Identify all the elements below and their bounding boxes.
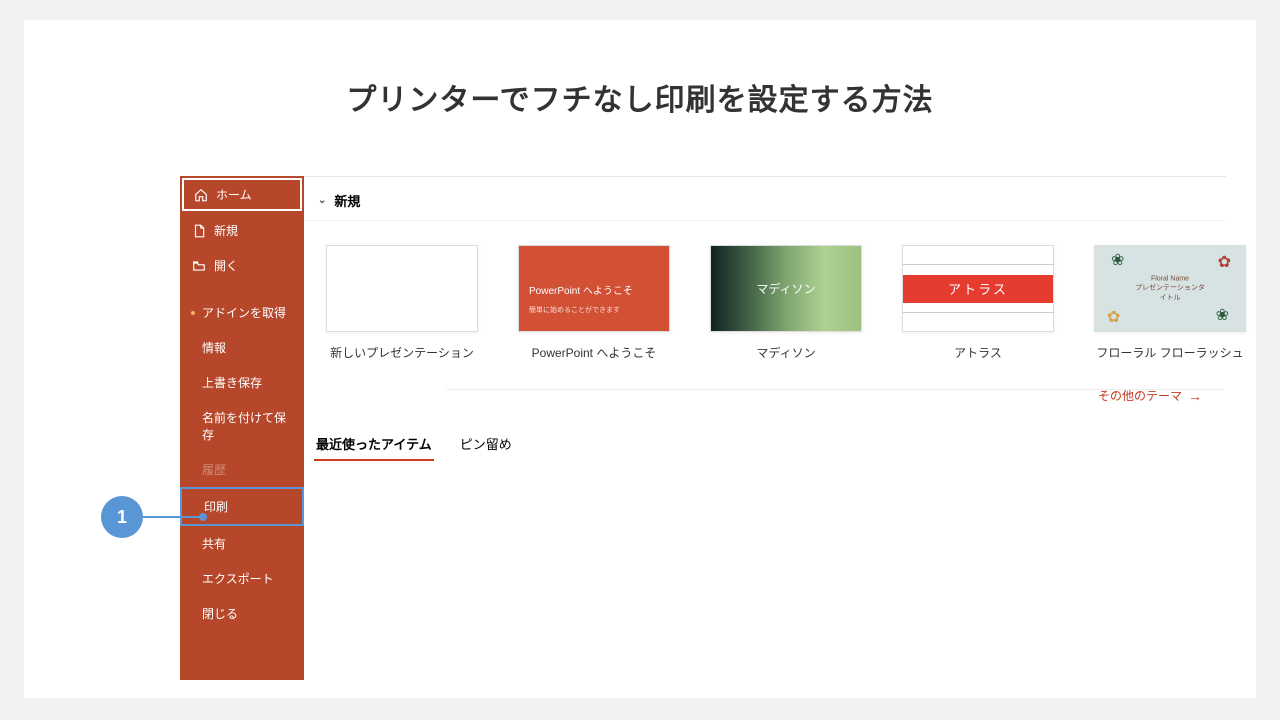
template-label: マディソン bbox=[710, 344, 862, 361]
sidebar-item-info[interactable]: 情報 bbox=[180, 330, 304, 365]
thumb-text: Floral Name プレゼンテーションタイトル bbox=[1133, 274, 1208, 303]
leaf-icon: ✿ bbox=[1107, 307, 1120, 327]
template-floral-thumb: ❀ ✿ ✿ ❀ Floral Name プレゼンテーションタイトル bbox=[1094, 245, 1246, 332]
recent-tabs: 最近使ったアイテム ピン留め bbox=[304, 404, 1226, 461]
template-label: PowerPoint へようこそ bbox=[518, 344, 670, 361]
thumb-text: PowerPoint へようこそ bbox=[529, 282, 633, 297]
sidebar-item-label: アドインを取得 bbox=[202, 304, 286, 321]
template-label: アトラス bbox=[902, 344, 1054, 361]
template-welcome-thumb: PowerPoint へようこそ 簡単に始めることができます bbox=[518, 245, 670, 332]
chevron-down-icon: ⌄ bbox=[318, 195, 326, 206]
home-icon bbox=[194, 188, 208, 202]
sidebar-item-label: 名前を付けて保存 bbox=[202, 409, 292, 443]
thumb-text: アトラス bbox=[903, 275, 1053, 303]
section-new-label: 新規 bbox=[334, 191, 360, 210]
template-blank-thumb bbox=[326, 245, 478, 332]
template-floral[interactable]: ❀ ✿ ✿ ❀ Floral Name プレゼンテーションタイトル フローラル … bbox=[1094, 245, 1246, 361]
section-new-header[interactable]: ⌄ 新規 bbox=[304, 177, 1226, 221]
sidebar-item-save-as[interactable]: 名前を付けて保存 bbox=[180, 400, 304, 452]
sidebar-item-close[interactable]: 閉じる bbox=[180, 596, 304, 631]
thumb-text: 簡単に始めることができます bbox=[529, 305, 620, 315]
sidebar-item-label: ホーム bbox=[216, 186, 252, 203]
sidebar-item-label: エクスポート bbox=[202, 570, 274, 587]
backstage-sidebar: ホーム 新規 開く アドインを取得 bbox=[180, 176, 304, 680]
decorative-line bbox=[903, 264, 1053, 265]
sidebar-item-label: 印刷 bbox=[204, 498, 228, 515]
sidebar-item-label: 閉じる bbox=[202, 605, 238, 622]
page-title: プリンターでフチなし印刷を設定する方法 bbox=[24, 75, 1256, 119]
sidebar-item-label: 情報 bbox=[202, 339, 226, 356]
thumb-text: マディソン bbox=[756, 280, 815, 297]
sidebar-item-label: 共有 bbox=[202, 535, 226, 552]
templates-row: 新しいプレゼンテーション PowerPoint へようこそ 簡単に始めることがで… bbox=[304, 221, 1226, 369]
sidebar-item-get-addins[interactable]: アドインを取得 bbox=[180, 295, 304, 330]
sidebar-item-export[interactable]: エクスポート bbox=[180, 561, 304, 596]
template-welcome[interactable]: PowerPoint へようこそ 簡単に始めることができます PowerPoin… bbox=[518, 245, 670, 361]
sidebar-item-label: 新規 bbox=[214, 222, 238, 239]
callout-badge: 1 bbox=[101, 496, 143, 538]
tab-pinned[interactable]: ピン留め bbox=[458, 434, 514, 461]
leaf-icon: ❀ bbox=[1111, 250, 1124, 270]
template-madison[interactable]: マディソン マディソン bbox=[710, 245, 862, 361]
sidebar-item-label: 履歴 bbox=[202, 461, 226, 478]
callout-connector bbox=[143, 516, 203, 518]
sidebar-item-label: 上書き保存 bbox=[202, 374, 262, 391]
template-label: 新しいプレゼンテーション bbox=[326, 344, 478, 361]
leaf-icon: ❀ bbox=[1216, 305, 1229, 325]
sidebar-item-label: 開く bbox=[214, 257, 238, 274]
folder-open-icon bbox=[192, 259, 206, 273]
backstage-main: ⌄ 新規 新しいプレゼンテーション PowerPoint へようこそ 簡単に始め… bbox=[304, 176, 1226, 680]
decorative-line bbox=[903, 312, 1053, 313]
app-shell: ホーム 新規 開く アドインを取得 bbox=[180, 176, 1226, 680]
sidebar-item-history: 履歴 bbox=[180, 452, 304, 487]
sidebar-item-new[interactable]: 新規 bbox=[180, 213, 304, 248]
file-icon bbox=[192, 224, 206, 238]
leaf-icon: ✿ bbox=[1218, 252, 1231, 272]
template-blank[interactable]: 新しいプレゼンテーション bbox=[326, 245, 478, 361]
tab-recent[interactable]: 最近使ったアイテム bbox=[314, 434, 434, 461]
template-atlas[interactable]: アトラス アトラス bbox=[902, 245, 1054, 361]
template-atlas-thumb: アトラス bbox=[902, 245, 1054, 332]
sidebar-item-save[interactable]: 上書き保存 bbox=[180, 365, 304, 400]
sidebar-item-home[interactable]: ホーム bbox=[182, 178, 302, 211]
callout-1: 1 bbox=[101, 496, 203, 538]
sidebar-item-open[interactable]: 開く bbox=[180, 248, 304, 283]
template-label: フローラル フローラッシュ bbox=[1094, 344, 1246, 361]
separator bbox=[446, 389, 1224, 390]
template-madison-thumb: マディソン bbox=[710, 245, 862, 332]
